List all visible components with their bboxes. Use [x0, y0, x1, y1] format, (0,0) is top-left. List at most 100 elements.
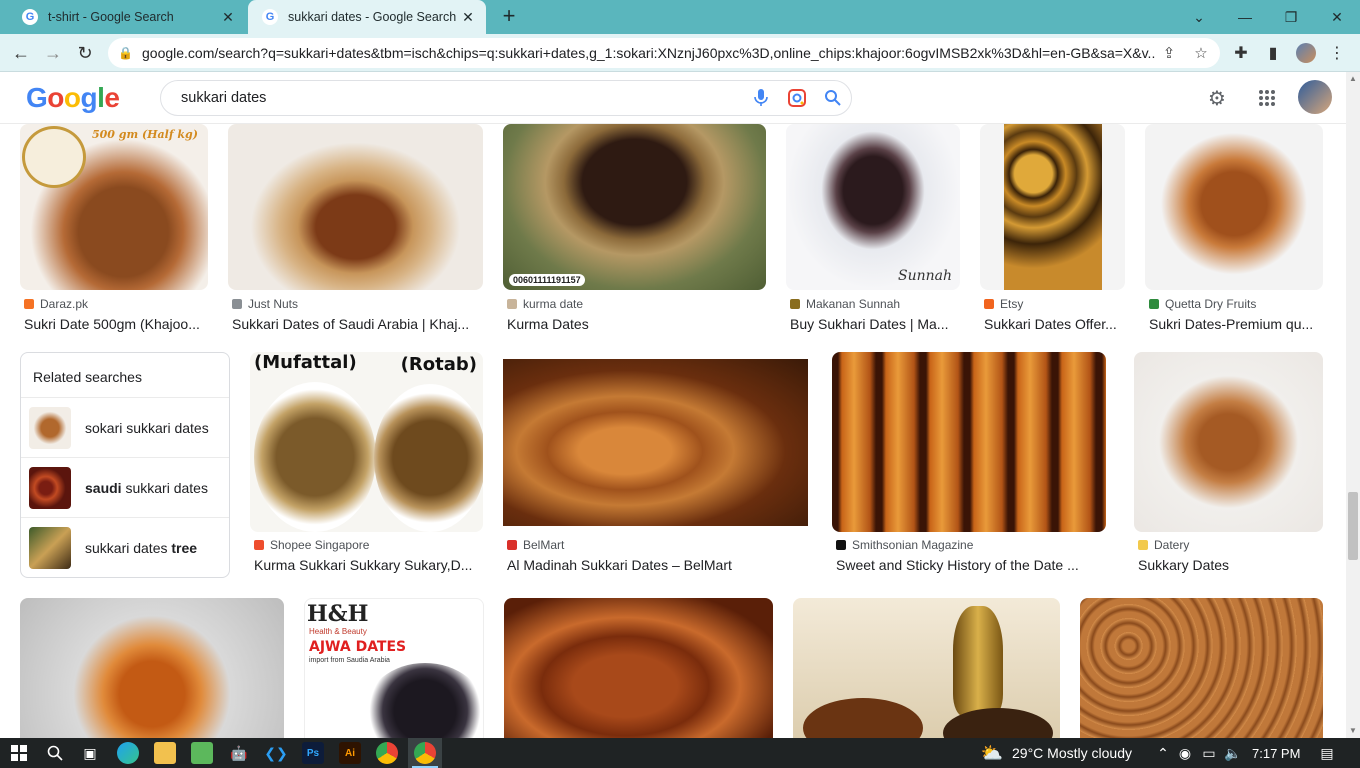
- result-thumbnail[interactable]: H&H Health & Beauty AJWA DATES import fr…: [304, 598, 484, 738]
- related-search-item[interactable]: saudi sukkari dates: [21, 457, 229, 517]
- scrollbar-thumb[interactable]: [1348, 492, 1358, 560]
- image-result[interactable]: Sunnah Makanan Sunnah Buy Sukhari Dates …: [786, 124, 960, 334]
- search-box[interactable]: [160, 80, 852, 116]
- restore-button[interactable]: ❐: [1268, 0, 1314, 34]
- photoshop-icon[interactable]: Ps: [302, 742, 324, 764]
- image-result[interactable]: (Mufattal) (Rotab) Shopee Singapore Kurm…: [250, 352, 483, 578]
- settings-gear-icon[interactable]: ⚙: [1203, 84, 1231, 112]
- scroll-up-arrow-icon[interactable]: ▲: [1346, 72, 1360, 86]
- weather-cloud-icon[interactable]: ⛅: [981, 742, 1003, 764]
- related-search-item[interactable]: sokari sukkari dates: [21, 397, 229, 457]
- file-explorer-icon[interactable]: [154, 742, 176, 764]
- result-title[interactable]: Kurma Dates: [507, 316, 766, 332]
- image-result[interactable]: [1080, 598, 1323, 738]
- result-source[interactable]: Smithsonian Magazine: [836, 538, 973, 552]
- result-title[interactable]: Buy Sukhari Dates | Ma...: [790, 316, 960, 332]
- result-title[interactable]: Sukkary Dates: [1138, 557, 1323, 573]
- illustrator-icon[interactable]: Ai: [339, 742, 361, 764]
- forward-arrow-icon[interactable]: →: [40, 40, 66, 66]
- image-result[interactable]: [20, 598, 284, 738]
- result-title[interactable]: Sukri Date 500gm (Khajoo...: [24, 316, 208, 332]
- result-thumbnail[interactable]: [20, 598, 284, 738]
- image-result[interactable]: 500 gm (Half kg) Daraz.pk Sukri Date 500…: [20, 124, 208, 334]
- tab-tshirt-search[interactable]: G t-shirt - Google Search ✕: [8, 0, 246, 34]
- result-title[interactable]: Sweet and Sticky History of the Date ...: [836, 557, 1088, 573]
- page-scrollbar[interactable]: ▲ ▼: [1346, 72, 1360, 738]
- more-menu-icon[interactable]: ⋮: [1324, 40, 1350, 66]
- result-thumbnail[interactable]: [504, 598, 773, 738]
- result-source[interactable]: Daraz.pk: [24, 297, 88, 311]
- result-thumbnail[interactable]: [503, 359, 808, 526]
- address-bar[interactable]: 🔒 google.com/search?q=sukkari+dates&tbm=…: [108, 38, 1220, 68]
- result-title[interactable]: Sukkari Dates Offer...: [984, 316, 1125, 332]
- google-lens-icon[interactable]: [779, 82, 815, 114]
- account-avatar[interactable]: [1298, 80, 1332, 114]
- image-result[interactable]: [793, 598, 1060, 738]
- tab-close-icon[interactable]: ✕: [220, 9, 236, 25]
- result-source[interactable]: Makanan Sunnah: [790, 297, 900, 311]
- image-result[interactable]: Quetta Dry Fruits Sukri Dates-Premium qu…: [1145, 124, 1323, 334]
- result-thumbnail[interactable]: 500 gm (Half kg): [20, 124, 208, 290]
- result-source[interactable]: Shopee Singapore: [254, 538, 369, 552]
- scroll-down-arrow-icon[interactable]: ▼: [1346, 724, 1360, 738]
- result-title[interactable]: Sukkari Dates of Saudi Arabia | Khaj...: [232, 316, 483, 332]
- related-search-item[interactable]: sukkari dates tree: [21, 517, 229, 577]
- result-source[interactable]: BelMart: [507, 538, 564, 552]
- microphone-icon[interactable]: [743, 82, 779, 114]
- image-result[interactable]: Datery Sukkary Dates: [1134, 352, 1323, 578]
- result-source[interactable]: Quetta Dry Fruits: [1149, 297, 1256, 311]
- result-thumbnail[interactable]: [1080, 598, 1323, 738]
- tray-overflow-chevron-icon[interactable]: ⌃: [1152, 742, 1174, 764]
- result-title[interactable]: Kurma Sukkari Sukkary Sukary,D...: [254, 557, 483, 573]
- result-thumbnail[interactable]: [1134, 352, 1323, 532]
- windows-start-icon[interactable]: [8, 742, 30, 764]
- image-result[interactable]: [504, 598, 773, 738]
- result-thumbnail[interactable]: Sunnah: [786, 124, 960, 290]
- side-panel-icon[interactable]: ▮: [1260, 40, 1286, 66]
- tab-search-chevron-icon[interactable]: ⌄: [1176, 0, 1222, 34]
- image-result[interactable]: H&H Health & Beauty AJWA DATES import fr…: [304, 598, 484, 738]
- google-logo[interactable]: Google: [26, 82, 120, 114]
- back-arrow-icon[interactable]: ←: [8, 40, 34, 66]
- result-title[interactable]: Sukri Dates-Premium qu...: [1149, 316, 1323, 332]
- result-title[interactable]: Al Madinah Sukkari Dates – BelMart: [507, 557, 808, 573]
- android-studio-icon[interactable]: 🤖: [228, 742, 250, 764]
- image-result[interactable]: Just Nuts Sukkari Dates of Saudi Arabia …: [228, 124, 483, 334]
- search-icon[interactable]: [815, 82, 851, 114]
- meet-now-icon[interactable]: ◉: [1174, 742, 1196, 764]
- apps-grid-icon[interactable]: [1253, 84, 1281, 112]
- task-view-icon[interactable]: ▣: [79, 742, 101, 764]
- image-result[interactable]: BelMart Al Madinah Sukkari Dates – BelMa…: [503, 352, 808, 578]
- result-thumbnail[interactable]: [1145, 124, 1323, 290]
- minimize-button[interactable]: —: [1222, 0, 1268, 34]
- result-thumbnail[interactable]: 00601111191157: [503, 124, 766, 290]
- result-thumbnail[interactable]: [832, 352, 1106, 532]
- bookmark-star-icon[interactable]: ☆: [1188, 40, 1214, 66]
- reload-icon[interactable]: ↻: [72, 40, 98, 66]
- network-icon[interactable]: ▭: [1198, 742, 1220, 764]
- weather-text[interactable]: 29°C Mostly cloudy: [1012, 738, 1132, 768]
- tab-close-icon[interactable]: ✕: [460, 9, 476, 25]
- result-source[interactable]: Just Nuts: [232, 297, 298, 311]
- new-tab-button[interactable]: +: [497, 5, 521, 28]
- vscode-icon[interactable]: ❮❯: [264, 742, 287, 764]
- result-source[interactable]: Etsy: [984, 297, 1023, 311]
- image-result[interactable]: Smithsonian Magazine Sweet and Sticky Hi…: [832, 352, 1110, 578]
- chrome-icon[interactable]: [376, 742, 398, 764]
- share-icon[interactable]: ⇪: [1156, 40, 1182, 66]
- result-source[interactable]: kurma date: [507, 297, 583, 311]
- url-text[interactable]: google.com/search?q=sukkari+dates&tbm=is…: [142, 45, 1156, 61]
- close-window-button[interactable]: ✕: [1314, 0, 1360, 34]
- edge-browser-icon[interactable]: [117, 742, 139, 764]
- result-thumbnail[interactable]: [980, 124, 1125, 290]
- result-thumbnail[interactable]: [793, 598, 1060, 738]
- tab-sukkari-search[interactable]: G sukkari dates - Google Search ✕: [248, 0, 486, 34]
- image-result[interactable]: Etsy Sukkari Dates Offer...: [980, 124, 1125, 334]
- profile-avatar[interactable]: [1296, 43, 1316, 63]
- notepad-plus-icon[interactable]: [191, 742, 213, 764]
- result-thumbnail[interactable]: [228, 124, 483, 290]
- result-source[interactable]: Datery: [1138, 538, 1189, 552]
- chrome-active-icon[interactable]: [414, 742, 436, 764]
- volume-icon[interactable]: 🔈: [1222, 742, 1244, 764]
- extensions-puzzle-icon[interactable]: ✚: [1228, 40, 1254, 66]
